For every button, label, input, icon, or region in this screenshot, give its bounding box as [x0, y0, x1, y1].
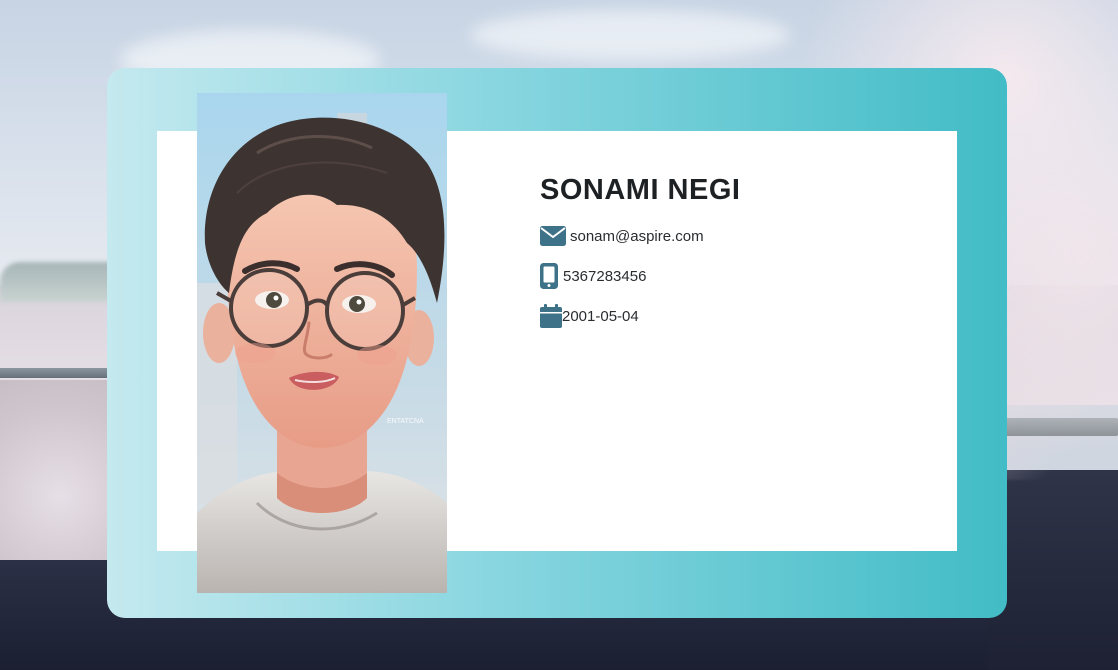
- birthdate-row: 2001-05-04: [540, 304, 740, 328]
- profile-name: SONAMI NEGI: [540, 174, 741, 206]
- portrait-illustration: ENTATCNA: [197, 93, 447, 593]
- email-row: sonam@aspire.com: [540, 224, 740, 248]
- artist-signature: ENTATCNA: [387, 418, 424, 425]
- birthdate-text: 2001-05-04: [562, 307, 639, 325]
- guard-rail-right: [998, 418, 1118, 436]
- guard-rail-left: [0, 368, 110, 378]
- profile-portrait: ENTATCNA: [197, 93, 447, 593]
- phone-text: 5367283456: [563, 267, 647, 285]
- envelope-icon: [540, 226, 566, 246]
- phone-row: 5367283456: [540, 263, 740, 289]
- profile-info: SONAMI NEGI sonam@aspire.com 5367283456 …: [540, 170, 740, 328]
- road-right: [988, 470, 1118, 670]
- cloud: [470, 10, 790, 60]
- calendar-icon: [540, 304, 562, 328]
- mobile-phone-icon: [540, 263, 558, 289]
- email-text: sonam@aspire.com: [570, 227, 704, 245]
